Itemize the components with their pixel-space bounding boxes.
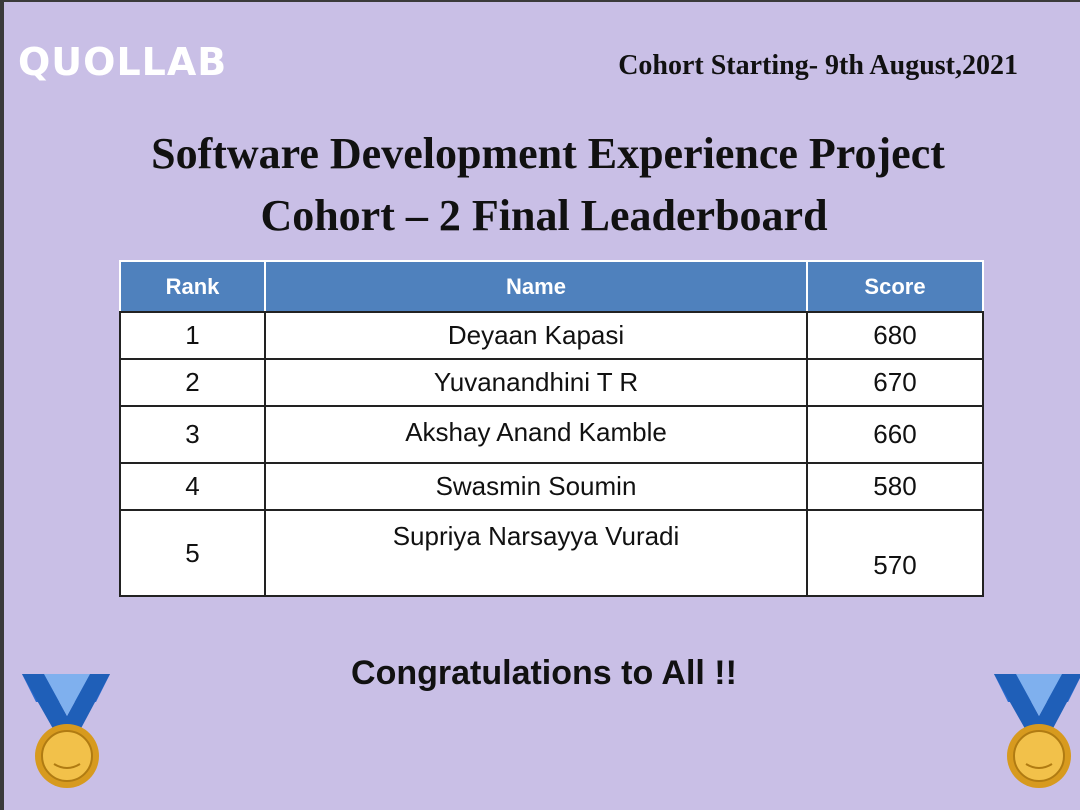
name-cell: Akshay Anand Kamble — [264, 405, 808, 464]
gold-medal-icon — [994, 674, 1080, 788]
name-cell: Supriya Narsayya Vuradi — [264, 509, 808, 597]
rank-cell: 2 — [119, 358, 266, 407]
score-cell: 680 — [806, 311, 984, 360]
table-row: 2 Yuvanandhini T R 670 — [119, 358, 984, 407]
rank-cell: 3 — [119, 405, 266, 464]
quollab-logo: QUOLLAB — [18, 40, 228, 84]
name-cell: Deyaan Kapasi — [264, 311, 808, 360]
slide: QUOLLAB Cohort Starting- 9th August,2021… — [4, 2, 1080, 810]
score-cell: 570 — [806, 509, 984, 597]
column-header-name: Name — [264, 260, 808, 313]
rank-cell: 4 — [119, 462, 266, 511]
congratulations-message: Congratulations to All !! — [351, 654, 737, 692]
score-cell: 660 — [806, 405, 984, 464]
table-header-row: Rank Name Score — [119, 260, 984, 313]
gold-medal-icon — [22, 674, 110, 788]
score-cell: 670 — [806, 358, 984, 407]
column-header-rank: Rank — [119, 260, 266, 313]
rank-cell: 5 — [119, 509, 266, 597]
score-cell: 580 — [806, 462, 984, 511]
table-row: 4 Swasmin Soumin 580 — [119, 462, 984, 511]
name-cell: Yuvanandhini T R — [264, 358, 808, 407]
table-row: 1 Deyaan Kapasi 680 — [119, 311, 984, 360]
page-subtitle: Cohort – 2 Final Leaderboard — [260, 191, 828, 240]
name-cell: Swasmin Soumin — [264, 462, 808, 511]
leaderboard-table: Rank Name Score 1 Deyaan Kapasi 680 2 Yu… — [119, 260, 984, 597]
table-row: 3 Akshay Anand Kamble 660 — [119, 405, 984, 464]
rank-cell: 1 — [119, 311, 266, 360]
table-row: 5 Supriya Narsayya Vuradi 570 — [119, 509, 984, 597]
page-title: Software Development Experience Project — [151, 129, 945, 178]
column-header-score: Score — [806, 260, 984, 313]
cohort-start-date: Cohort Starting- 9th August,2021 — [618, 50, 1018, 81]
